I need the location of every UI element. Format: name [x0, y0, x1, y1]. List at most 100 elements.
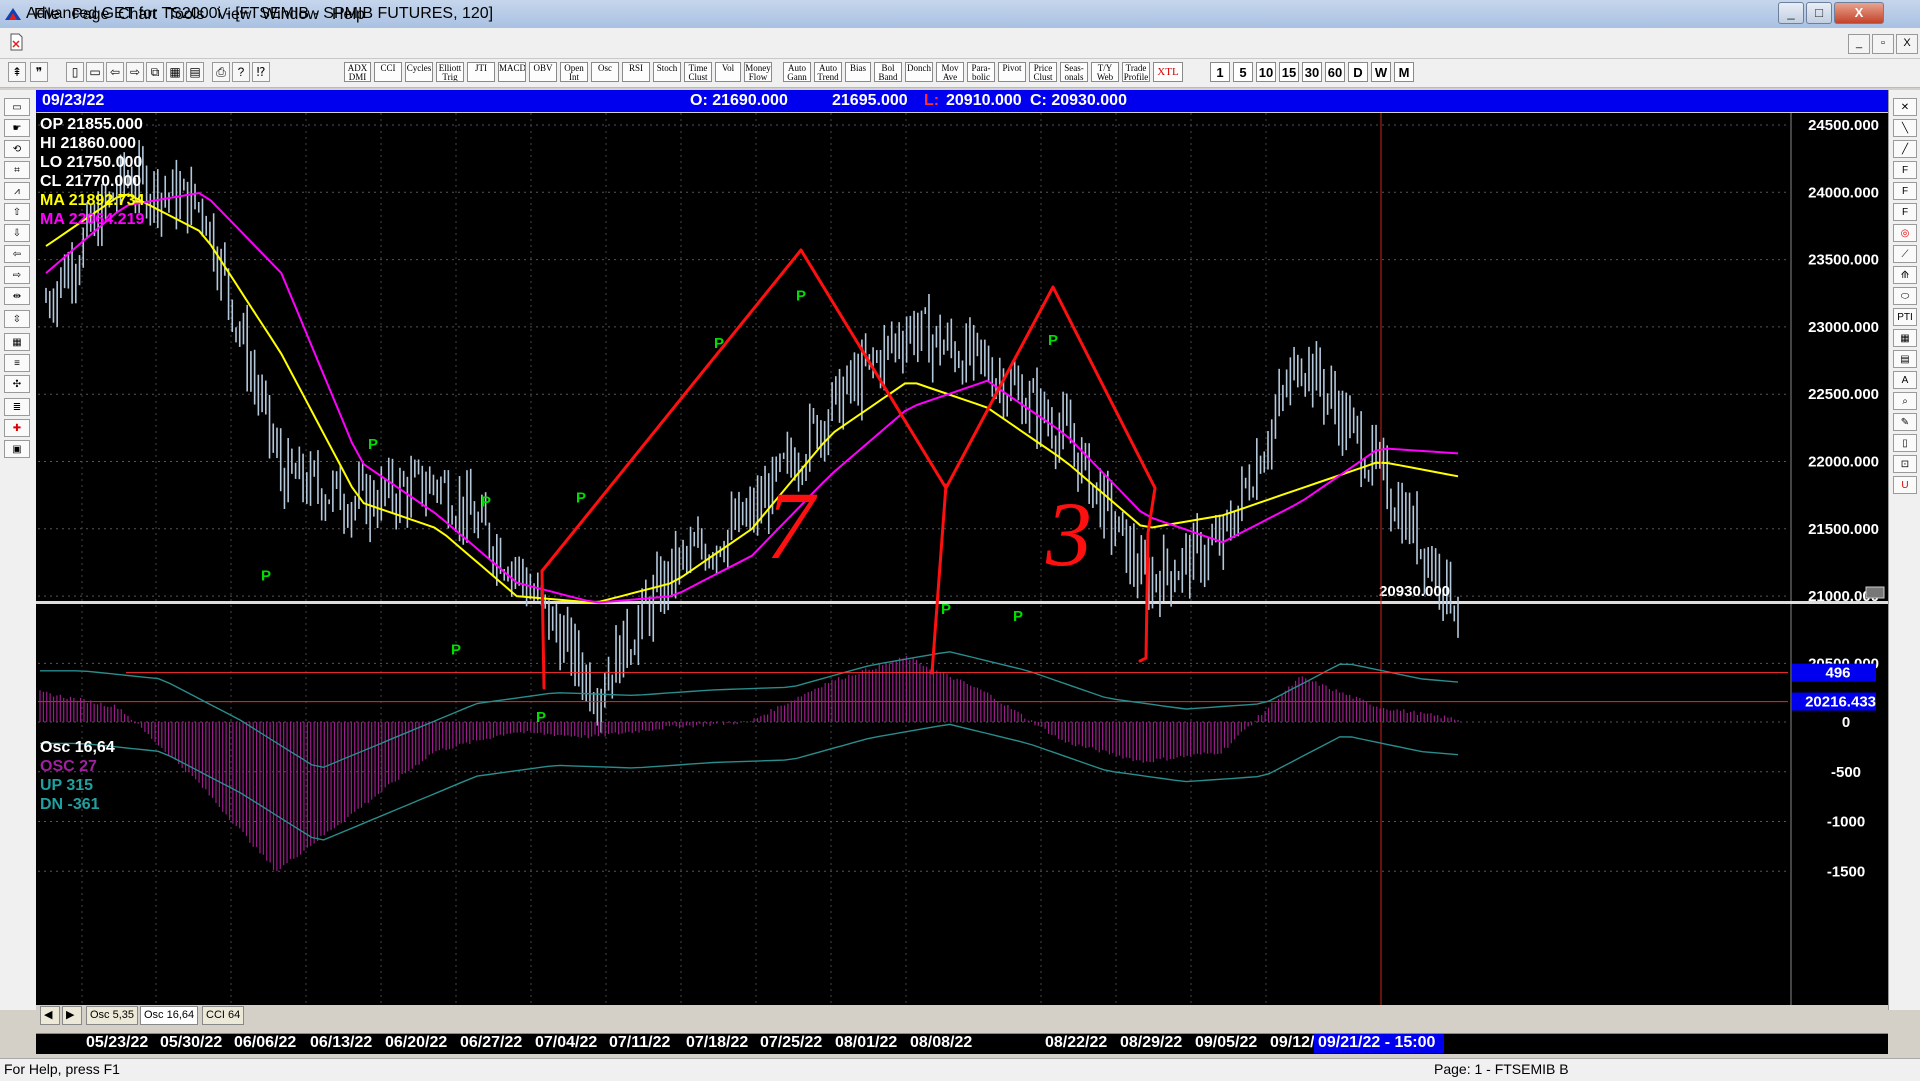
menu-page[interactable]: Page — [72, 6, 109, 24]
timeframe-10-button[interactable]: 10 — [1256, 62, 1276, 82]
ellipse-tool-icon[interactable]: ⬭ — [1893, 287, 1917, 305]
arrow-left-tool-icon[interactable]: ⇦ — [4, 245, 30, 263]
timeframe-m-button[interactable]: M — [1394, 62, 1414, 82]
chart-area[interactable]: 24500.000 24000.000 23500.000 23000.000 2250… — [36, 113, 1888, 1010]
fib-extension-tool-icon[interactable]: F — [1893, 182, 1917, 200]
crosshair-tool-icon[interactable]: ✚ — [4, 419, 30, 437]
open-icon[interactable]: ▭ — [86, 62, 104, 82]
timeframe-15-button[interactable]: 15 — [1279, 62, 1299, 82]
pti-tool-icon[interactable]: PTI — [1893, 308, 1917, 326]
study-vol-button[interactable]: Vol — [715, 62, 741, 82]
study-mov-ave-button[interactable]: Mov Ave — [936, 62, 964, 82]
grid-tool-icon[interactable]: ▦ — [4, 333, 30, 351]
tab-osc-5-35[interactable]: Osc 5,35 — [86, 1006, 139, 1025]
maximize-button[interactable]: □ — [1806, 2, 1832, 24]
grid-box-tool-icon[interactable]: ▦ — [1893, 329, 1917, 347]
tile-icon[interactable]: ▤ — [186, 62, 204, 82]
tab-cci-64[interactable]: CCI 64 — [202, 1006, 245, 1025]
context-help-icon[interactable]: ⁉ — [252, 62, 270, 82]
line-draw-tool-icon[interactable]: ╲ — [1893, 119, 1917, 137]
copy-icon[interactable]: ⧉ — [146, 62, 164, 82]
tab-scroll-left[interactable]: ◀ — [40, 1006, 60, 1025]
menu-chart[interactable]: Chart — [118, 6, 157, 24]
forward-icon[interactable]: ⇨ — [126, 62, 144, 82]
fib-time-tool-icon[interactable]: F — [1893, 203, 1917, 221]
grid-icon[interactable]: ▦ — [166, 62, 184, 82]
new-icon[interactable]: ▯ — [66, 62, 84, 82]
arrow-down-tool-icon[interactable]: ⇩ — [4, 224, 30, 242]
timeframe-1-button[interactable]: 1 — [1210, 62, 1230, 82]
study-open-int-button[interactable]: Open Int — [560, 62, 588, 82]
study-adx-dmi-button[interactable]: ADX DMI — [344, 62, 371, 82]
study-bol-band-button[interactable]: Bol Band — [874, 62, 902, 82]
quote-icon[interactable]: ❞ — [30, 62, 48, 82]
study-time-clust-button[interactable]: Time Clust — [684, 62, 712, 82]
compress-tool-icon[interactable]: ⇳ — [4, 310, 30, 328]
fan-tool-icon[interactable]: ⟋ — [1893, 245, 1917, 263]
lock-tool-icon[interactable]: ⊡ — [1893, 455, 1917, 473]
tab-scroll-right[interactable]: ▶ — [62, 1006, 82, 1025]
menu-window[interactable]: Window — [262, 6, 319, 24]
hand-tool-icon[interactable]: ☛ — [4, 119, 30, 137]
line-draw-2-tool-icon[interactable]: ╱ — [1893, 140, 1917, 158]
study-cci-button[interactable]: CCI — [374, 62, 402, 82]
arrow-up-tool-icon[interactable]: ⇧ — [4, 203, 30, 221]
study-t-y-web-button[interactable]: T/Y Web — [1091, 62, 1119, 82]
open-chart-tool-icon[interactable]: ▭ — [4, 98, 30, 116]
study-money-flow-button[interactable]: Money Flow — [744, 62, 772, 82]
study-osc-button[interactable]: Osc — [591, 62, 619, 82]
study-auto-trend-button[interactable]: Auto Trend — [814, 62, 842, 82]
help-bulb-icon[interactable]: ? — [232, 62, 250, 82]
timeframe-60-button[interactable]: 60 — [1325, 62, 1345, 82]
study-para-bolic-button[interactable]: Para- bolic — [967, 62, 995, 82]
reset-tool-icon[interactable]: ⟲ — [4, 140, 30, 158]
chart-canvas[interactable]: 24500.000 24000.000 23500.000 23000.000 2250… — [36, 113, 1888, 1010]
arrow-right-tool-icon[interactable]: ⇨ — [4, 266, 30, 284]
timeframe-w-button[interactable]: W — [1371, 62, 1391, 82]
timeframe-30-button[interactable]: 30 — [1302, 62, 1322, 82]
minimize-button[interactable]: _ — [1778, 2, 1804, 24]
back-icon[interactable]: ⇦ — [106, 62, 124, 82]
bars-width-tool-icon[interactable]: ⇹ — [4, 287, 30, 305]
menu-help[interactable]: Help — [332, 6, 365, 24]
lines-tool-icon[interactable]: ≡ — [4, 354, 30, 372]
doc-icon[interactable] — [8, 33, 24, 51]
mdi-close-button[interactable]: X — [1896, 34, 1918, 54]
page-tool-icon[interactable]: ▯ — [1893, 434, 1917, 452]
menu-tools[interactable]: Tools — [167, 6, 204, 24]
mob-tool-icon[interactable]: ▤ — [1893, 350, 1917, 368]
study-macd-button[interactable]: MACD — [498, 62, 526, 82]
study-donch-button[interactable]: Donch — [905, 62, 933, 82]
study-price-clust-button[interactable]: Price Clust — [1029, 62, 1057, 82]
study-auto-gann-button[interactable]: Auto Gann — [783, 62, 811, 82]
paint-tool-icon[interactable]: ✎ — [1893, 413, 1917, 431]
fib-tool-icon[interactable]: ≣ — [4, 398, 30, 416]
menu-view[interactable]: View — [217, 6, 251, 24]
study-elliott-trig-button[interactable]: Elliott Trig — [436, 62, 464, 82]
zoom-tool-icon[interactable]: ⌕ — [1893, 392, 1917, 410]
text-tool-icon[interactable]: A — [1893, 371, 1917, 389]
elliott-tool-icon[interactable]: ⩘ — [4, 182, 30, 200]
study-tool-icon[interactable]: ⌗ — [4, 161, 30, 179]
study-obv-button[interactable]: OBV — [529, 62, 557, 82]
undo-tool-icon[interactable]: U — [1893, 476, 1917, 494]
mdi-restore-button[interactable]: ▫ — [1872, 34, 1894, 54]
timeframe-5-button[interactable]: 5 — [1233, 62, 1253, 82]
study-pivot-button[interactable]: Pivot — [998, 62, 1026, 82]
study-jti-button[interactable]: JTI — [467, 62, 495, 82]
study-trade-profile-button[interactable]: Trade Profile — [1122, 62, 1150, 82]
fib-retracement-tool-icon[interactable]: F — [1893, 161, 1917, 179]
study-xtl-button[interactable]: XTL — [1153, 62, 1183, 82]
snapshot-tool-icon[interactable]: ▣ — [4, 440, 30, 458]
tab-osc-16-64[interactable]: Osc 16,64 — [140, 1006, 199, 1025]
print-icon[interactable]: ⎙ — [212, 62, 230, 82]
close-button[interactable]: X — [1834, 2, 1884, 24]
channel-tool-icon[interactable]: ⟰ — [1893, 266, 1917, 284]
study-bias-button[interactable]: Bias — [845, 62, 871, 82]
close-tool-icon[interactable]: ✕ — [1893, 98, 1917, 116]
gann-tool-icon[interactable]: ✣ — [4, 375, 30, 393]
study-seas-onals-button[interactable]: Seas- onals — [1060, 62, 1088, 82]
pointer-icon[interactable]: ⇞ — [8, 62, 26, 82]
timeframe-d-button[interactable]: D — [1348, 62, 1368, 82]
mdi-minimize-button[interactable]: _ — [1848, 34, 1870, 54]
